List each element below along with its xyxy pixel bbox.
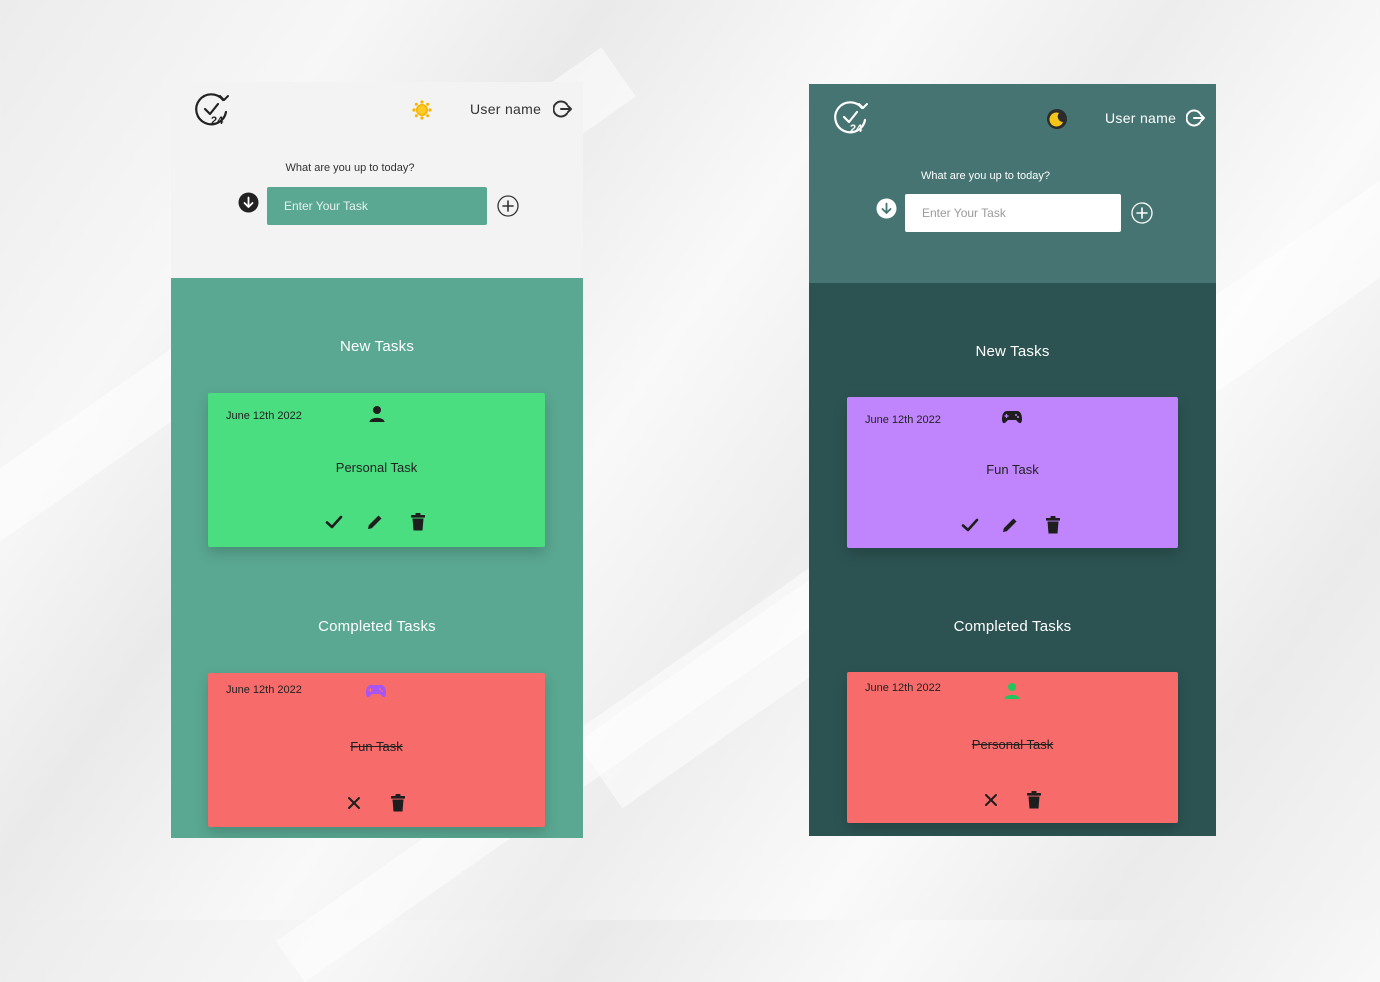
app-logo[interactable]: 24 xyxy=(193,90,233,128)
clock-24-icon: 24 xyxy=(834,101,868,135)
close-icon xyxy=(348,797,360,809)
pencil-icon xyxy=(1003,518,1017,532)
undo-task-button[interactable] xyxy=(347,796,361,810)
task-card: June 12th 2022 Personal Task xyxy=(847,672,1178,823)
add-task-button[interactable] xyxy=(1131,202,1153,229)
edit-task-button[interactable] xyxy=(1001,516,1019,534)
task-date: June 12th 2022 xyxy=(226,684,302,696)
light-theme-screen: 24 User name What are you up to today? E… xyxy=(171,82,583,838)
theme-toggle-button[interactable] xyxy=(1046,108,1068,135)
task-category xyxy=(365,683,387,699)
check-icon xyxy=(961,518,979,532)
task-title: Fun Task xyxy=(986,462,1039,477)
complete-task-button[interactable] xyxy=(325,514,343,530)
theme-toggle-button[interactable] xyxy=(412,100,432,125)
edit-task-button[interactable] xyxy=(366,513,384,531)
task-prompt: What are you up to today? xyxy=(285,162,415,174)
username-label: User name xyxy=(1105,110,1177,126)
plus-circle-icon xyxy=(497,195,519,217)
app-header: 24 User name What are you up to today? xyxy=(809,84,1216,283)
task-date: June 12th 2022 xyxy=(865,682,941,694)
task-title: Personal Task xyxy=(971,737,1054,752)
new-tasks-heading: New Tasks xyxy=(975,343,1050,360)
check-icon xyxy=(325,515,343,529)
task-category xyxy=(1001,409,1023,425)
new-tasks-heading: New Tasks xyxy=(339,338,415,355)
app-logo[interactable]: 24 xyxy=(832,98,872,136)
dark-theme-screen: 24 User name What are you up to today? E… xyxy=(809,84,1216,836)
delete-task-button[interactable] xyxy=(1045,516,1061,534)
delete-task-button[interactable] xyxy=(410,513,426,531)
logout-icon xyxy=(1186,109,1205,127)
task-date: June 12th 2022 xyxy=(226,410,302,422)
task-category xyxy=(368,405,386,423)
logout-icon xyxy=(553,100,572,118)
task-prompt: What are you up to today? xyxy=(920,170,1051,182)
trash-icon xyxy=(391,794,405,812)
category-dropdown-button[interactable] xyxy=(876,198,897,224)
add-task-button[interactable] xyxy=(497,195,519,222)
task-card: June 12th 2022 Fun Task xyxy=(847,397,1178,548)
logout-button[interactable] xyxy=(1186,108,1206,128)
svg-text:24: 24 xyxy=(850,123,863,135)
svg-text:24: 24 xyxy=(211,115,224,127)
trash-icon xyxy=(1027,791,1041,809)
delete-task-button[interactable] xyxy=(390,794,406,812)
sun-icon xyxy=(412,100,432,120)
trash-icon xyxy=(411,513,425,531)
completed-tasks-heading: Completed Tasks xyxy=(953,618,1072,635)
close-icon xyxy=(985,794,997,806)
task-card: June 12th 2022 Fun Task xyxy=(208,673,545,827)
app-header: 24 User name What are you up to today? E… xyxy=(171,82,583,278)
trash-icon xyxy=(1046,516,1060,534)
task-card: June 12th 2022 Personal Task xyxy=(208,393,545,547)
clock-24-icon: 24 xyxy=(195,93,229,127)
complete-task-button[interactable] xyxy=(961,517,979,533)
person-icon xyxy=(369,406,385,422)
gamepad-icon xyxy=(1002,411,1022,424)
task-input[interactable] xyxy=(267,187,487,225)
plus-circle-icon xyxy=(1131,202,1153,224)
task-category xyxy=(1003,682,1021,700)
delete-task-button[interactable] xyxy=(1026,791,1042,809)
arrow-down-circle-icon xyxy=(238,192,259,213)
undo-task-button[interactable] xyxy=(984,793,998,807)
completed-tasks-heading: Completed Tasks xyxy=(318,618,436,635)
task-title: Fun Task xyxy=(350,739,403,754)
arrow-down-circle-icon xyxy=(876,198,897,219)
task-input[interactable] xyxy=(905,194,1121,232)
task-date: June 12th 2022 xyxy=(865,414,941,426)
gamepad-icon xyxy=(366,685,386,698)
pencil-icon xyxy=(368,515,382,529)
task-title: Personal Task xyxy=(335,460,418,475)
person-icon xyxy=(1004,683,1020,699)
logout-button[interactable] xyxy=(553,99,573,119)
username-label: User name xyxy=(470,101,542,117)
moon-icon xyxy=(1047,109,1067,129)
category-dropdown-button[interactable] xyxy=(238,192,259,218)
